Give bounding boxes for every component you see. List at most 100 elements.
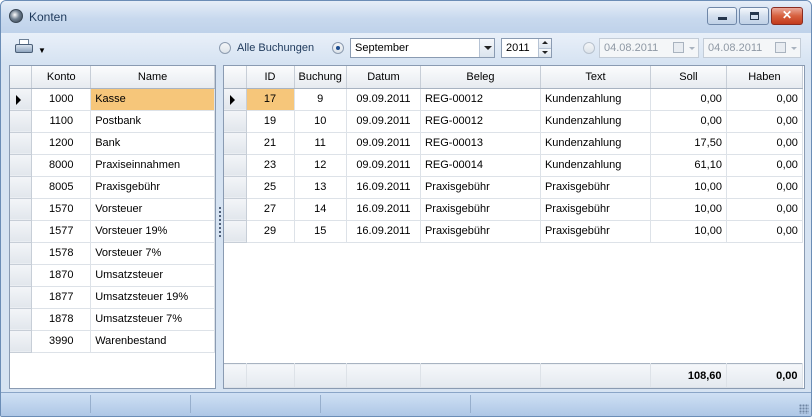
close-button[interactable]: ✕: [771, 7, 803, 25]
row-indicator[interactable]: [10, 176, 33, 199]
booking-id[interactable]: 19: [246, 110, 295, 133]
row-indicator[interactable]: [10, 132, 33, 155]
booking-soll[interactable]: 10,00: [650, 176, 727, 199]
booking-row[interactable]: 27 14 16.09.2011 Praxisgebühr Praxisgebühr 10…: [224, 198, 803, 221]
account-row[interactable]: 1200 Bank: [10, 132, 215, 155]
print-button[interactable]: ▼: [15, 38, 46, 56]
account-row[interactable]: 8005 Praxisgebühr: [10, 176, 215, 199]
booking-buchung[interactable]: 13: [294, 176, 347, 199]
booking-buchung[interactable]: 11: [294, 132, 347, 155]
account-konto[interactable]: 1577: [31, 220, 92, 243]
column-header-id[interactable]: ID: [246, 66, 295, 89]
booking-text[interactable]: Kundenzahlung: [540, 132, 651, 155]
account-konto[interactable]: 1100: [31, 110, 92, 133]
booking-buchung[interactable]: 12: [294, 154, 347, 177]
booking-datum[interactable]: 16.09.2011: [346, 176, 421, 199]
booking-row[interactable]: 23 12 09.09.2011 REG-00014 Kundenzahlung 61,1…: [224, 154, 803, 177]
account-konto[interactable]: 1877: [31, 286, 92, 309]
account-konto[interactable]: 3990: [31, 330, 92, 353]
row-indicator[interactable]: [224, 132, 247, 155]
booking-row[interactable]: 17 9 09.09.2011 REG-00012 Kundenzahlung 0,00 0…: [224, 88, 803, 111]
booking-id[interactable]: 25: [246, 176, 295, 199]
booking-text[interactable]: Kundenzahlung: [540, 88, 651, 111]
booking-id[interactable]: 21: [246, 132, 295, 155]
booking-soll[interactable]: 0,00: [650, 110, 727, 133]
booking-haben[interactable]: 0,00: [726, 132, 803, 155]
row-indicator[interactable]: [224, 154, 247, 177]
booking-id[interactable]: 17: [246, 88, 295, 111]
minimize-button[interactable]: [707, 7, 737, 25]
booking-buchung[interactable]: 10: [294, 110, 347, 133]
account-name[interactable]: Postbank: [90, 110, 215, 133]
title-bar[interactable]: Konten ✕: [1, 1, 811, 33]
account-name[interactable]: Umsatzsteuer 7%: [90, 308, 215, 331]
column-header-soll[interactable]: Soll: [650, 66, 727, 89]
row-indicator[interactable]: [224, 220, 247, 243]
account-konto[interactable]: 1878: [31, 308, 92, 331]
column-header-beleg[interactable]: Beleg: [420, 66, 541, 89]
booking-beleg[interactable]: Praxisgebühr: [420, 176, 541, 199]
booking-text[interactable]: Praxisgebühr: [540, 176, 651, 199]
account-row[interactable]: 1000 Kasse: [10, 88, 215, 111]
row-indicator[interactable]: [10, 154, 33, 177]
account-row[interactable]: 1878 Umsatzsteuer 7%: [10, 308, 215, 331]
booking-haben[interactable]: 0,00: [726, 110, 803, 133]
row-indicator[interactable]: [10, 286, 33, 309]
booking-haben[interactable]: 0,00: [726, 88, 803, 111]
stepper-down-icon[interactable]: [538, 48, 551, 57]
account-name[interactable]: Praxisgebühr: [90, 176, 215, 199]
account-name[interactable]: Bank: [90, 132, 215, 155]
booking-soll[interactable]: 0,00: [650, 88, 727, 111]
account-row[interactable]: 1870 Umsatzsteuer: [10, 264, 215, 287]
booking-beleg[interactable]: REG-00012: [420, 110, 541, 133]
booking-beleg[interactable]: REG-00012: [420, 88, 541, 111]
account-konto[interactable]: 1870: [31, 264, 92, 287]
booking-row[interactable]: 19 10 09.09.2011 REG-00012 Kundenzahlung 0,00…: [224, 110, 803, 133]
row-indicator[interactable]: [224, 198, 247, 221]
account-name[interactable]: Warenbestand: [90, 330, 215, 353]
booking-buchung[interactable]: 14: [294, 198, 347, 221]
column-header-name[interactable]: Name: [90, 66, 215, 89]
account-name[interactable]: Vorsteuer 7%: [90, 242, 215, 265]
account-konto[interactable]: 8005: [31, 176, 92, 199]
column-header-text[interactable]: Text: [540, 66, 651, 89]
column-header-haben[interactable]: Haben: [726, 66, 803, 89]
booking-text[interactable]: Kundenzahlung: [540, 110, 651, 133]
booking-haben[interactable]: 0,00: [726, 176, 803, 199]
row-indicator[interactable]: [10, 220, 33, 243]
row-indicator[interactable]: [10, 110, 33, 133]
booking-row[interactable]: 29 15 16.09.2011 Praxisgebühr Praxisgebühr 10…: [224, 220, 803, 243]
booking-id[interactable]: 27: [246, 198, 295, 221]
booking-datum[interactable]: 09.09.2011: [346, 88, 421, 111]
account-row[interactable]: 1570 Vorsteuer: [10, 198, 215, 221]
account-konto[interactable]: 1000: [31, 88, 92, 111]
account-row[interactable]: 1877 Umsatzsteuer 19%: [10, 286, 215, 309]
row-indicator[interactable]: [10, 308, 33, 331]
current-row-indicator-icon[interactable]: [224, 88, 247, 111]
maximize-button[interactable]: [739, 7, 769, 25]
booking-datum[interactable]: 16.09.2011: [346, 198, 421, 221]
account-name[interactable]: Umsatzsteuer 19%: [90, 286, 215, 309]
resize-grip-icon[interactable]: [799, 404, 809, 414]
radio-all-bookings[interactable]: [219, 42, 231, 54]
row-indicator[interactable]: [224, 110, 247, 133]
account-konto[interactable]: 1200: [31, 132, 92, 155]
booking-haben[interactable]: 0,00: [726, 198, 803, 221]
stepper-up-icon[interactable]: [538, 39, 551, 48]
radio-all-bookings-label[interactable]: Alle Buchungen: [237, 42, 314, 54]
booking-row[interactable]: 25 13 16.09.2011 Praxisgebühr Praxisgebühr 10…: [224, 176, 803, 199]
chevron-down-icon[interactable]: [479, 39, 494, 57]
row-indicator[interactable]: [10, 242, 33, 265]
column-header-buchung[interactable]: Buchung: [294, 66, 347, 89]
booking-soll[interactable]: 61,10: [650, 154, 727, 177]
row-indicator[interactable]: [10, 330, 33, 353]
month-select[interactable]: September: [350, 38, 495, 58]
account-konto[interactable]: 1570: [31, 198, 92, 221]
booking-beleg[interactable]: REG-00014: [420, 154, 541, 177]
booking-datum[interactable]: 16.09.2011: [346, 220, 421, 243]
account-name[interactable]: Vorsteuer 19%: [90, 220, 215, 243]
date-from-field[interactable]: 04.08.2011: [599, 38, 699, 58]
booking-beleg[interactable]: Praxisgebühr: [420, 198, 541, 221]
booking-datum[interactable]: 09.09.2011: [346, 110, 421, 133]
account-konto[interactable]: 1578: [31, 242, 92, 265]
